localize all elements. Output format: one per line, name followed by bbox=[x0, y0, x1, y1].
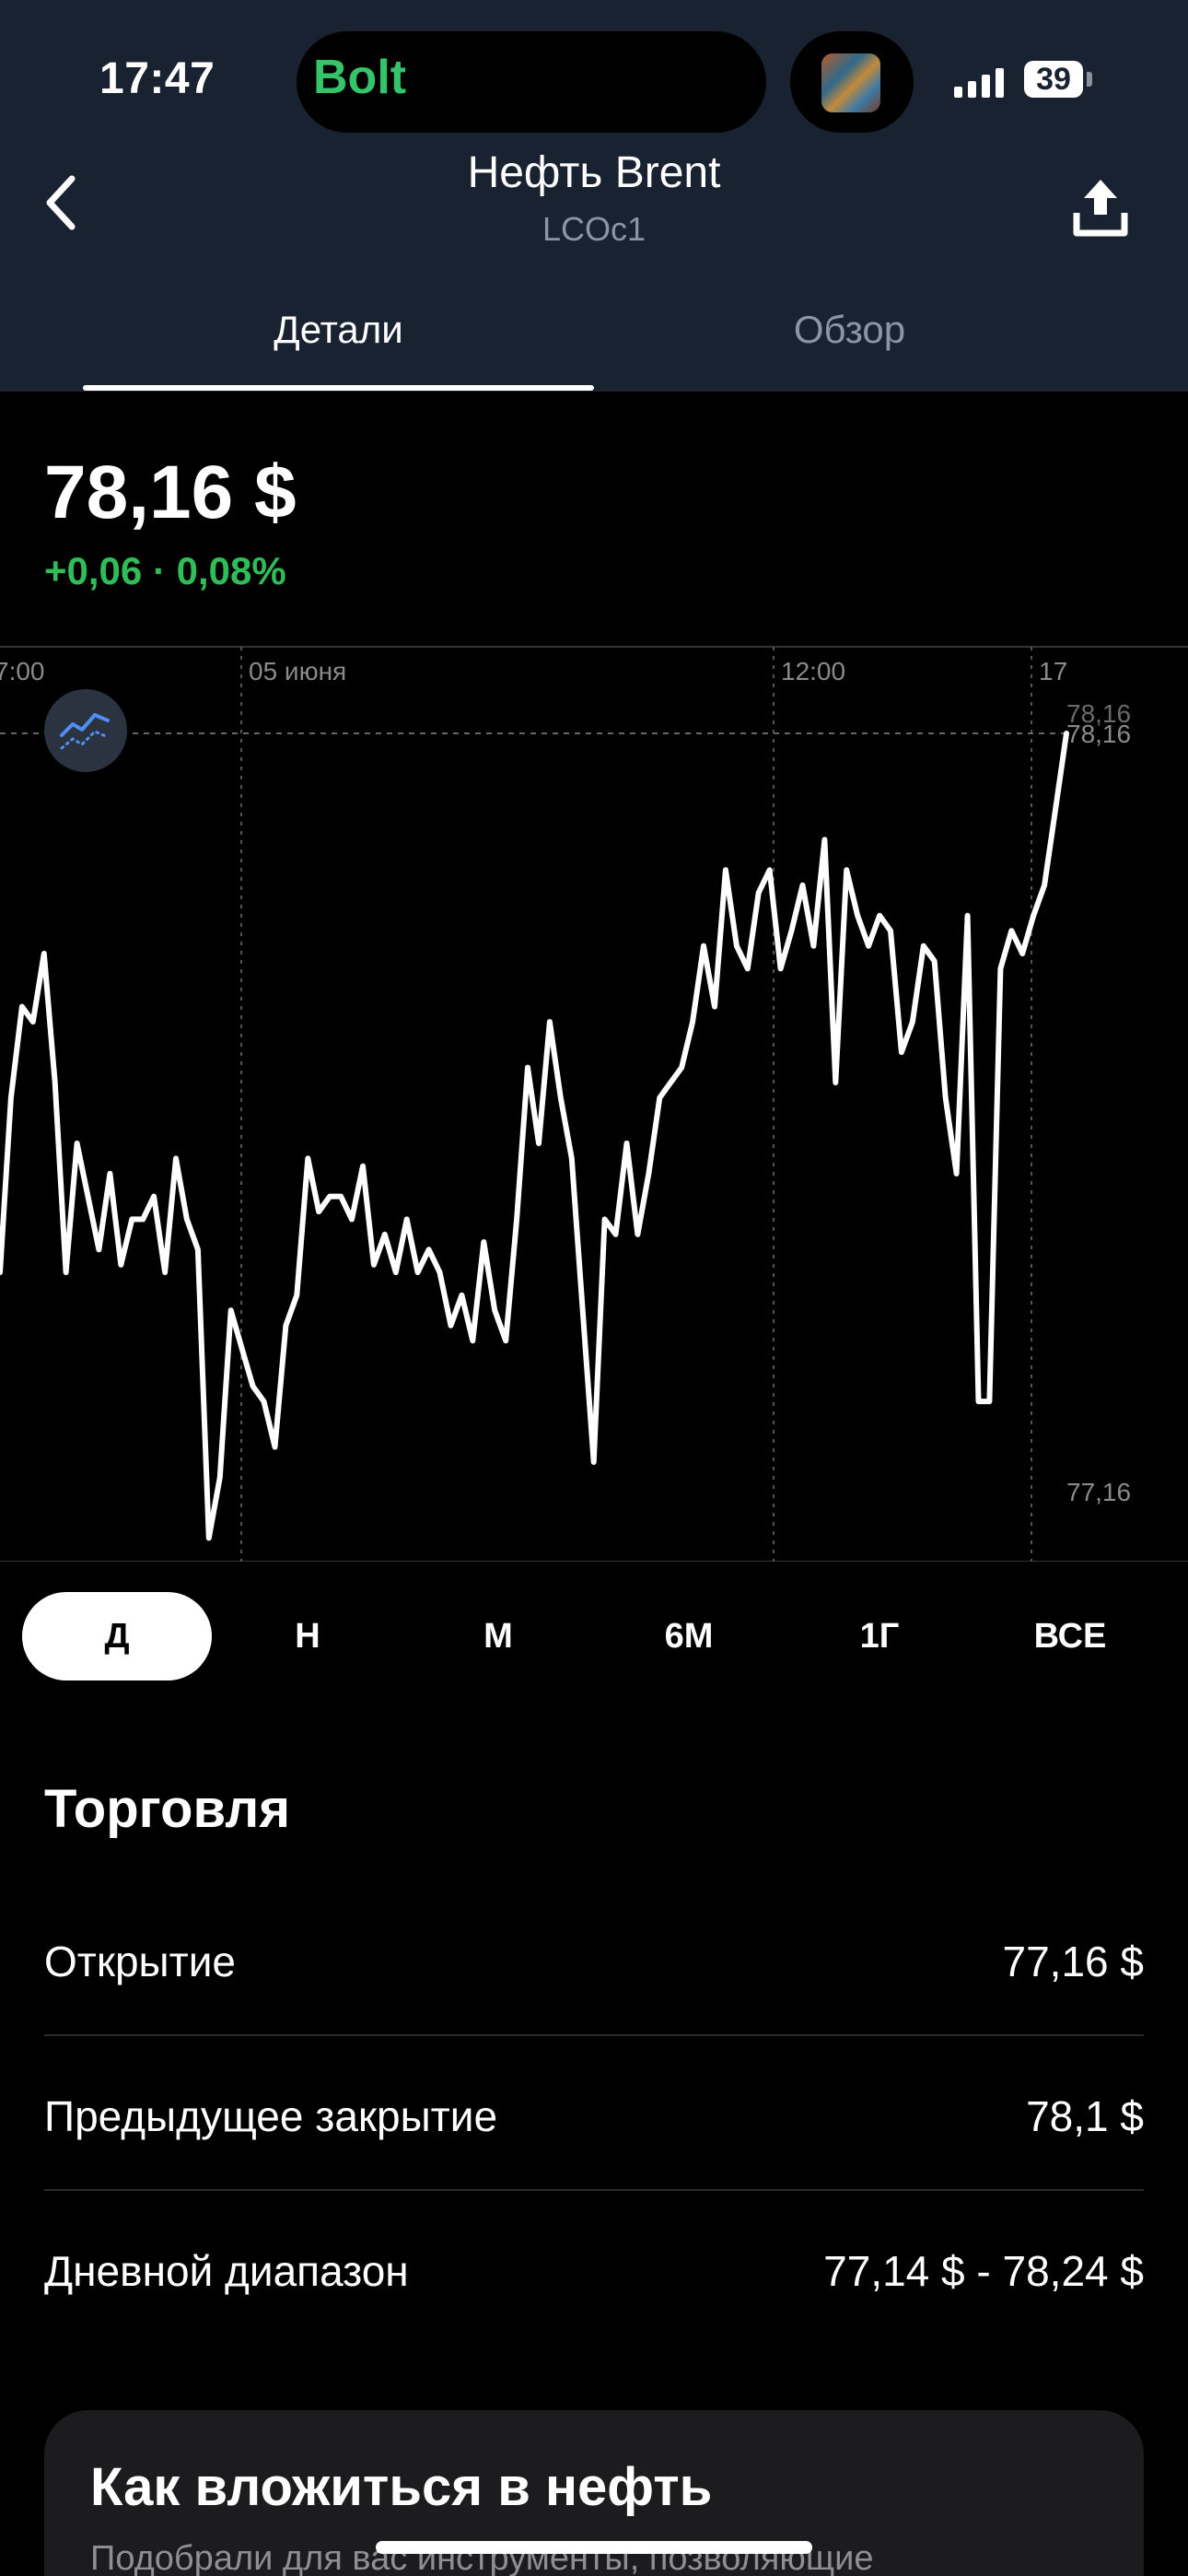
x-tick-label: 12:00 bbox=[781, 657, 845, 685]
status-time: 17:47 bbox=[99, 54, 215, 103]
row-value: 78,1 $ bbox=[1026, 2092, 1144, 2140]
share-upload-icon bbox=[1073, 180, 1128, 237]
period-selector: Д Н М 6М 1Г ВСЕ bbox=[22, 1592, 1166, 1680]
period-all[interactable]: ВСЕ bbox=[975, 1592, 1165, 1680]
active-tab-indicator bbox=[83, 385, 594, 391]
row-label: Открытие bbox=[44, 1938, 236, 1985]
row-value: 77,14 $ - 78,24 $ bbox=[823, 2247, 1144, 2295]
period-6m[interactable]: 6М bbox=[594, 1592, 784, 1680]
ticker-subtitle: LCOc1 bbox=[542, 210, 646, 248]
row-label: Дневной диапазон bbox=[44, 2247, 409, 2295]
indicator-button[interactable] bbox=[44, 689, 127, 772]
x-tick-label: 05 июня bbox=[249, 657, 346, 685]
period-day[interactable]: Д bbox=[22, 1592, 212, 1680]
cellular-signal-icon bbox=[954, 68, 1004, 98]
chart-indicator-icon bbox=[60, 713, 110, 750]
trading-section-title: Торговля bbox=[44, 1779, 291, 1839]
trading-row-prev-close: Предыдущее закрытие 78,1 $ bbox=[44, 2036, 1144, 2191]
trading-row-open: Открытие 77,16 $ bbox=[44, 1881, 1144, 2036]
row-value: 77,16 $ bbox=[1002, 1938, 1144, 1985]
trading-row-day-range: Дневной диапазон 77,14 $ - 78,24 $ bbox=[44, 2191, 1144, 2346]
price-chart[interactable]: 7:00 05 июня 12:00 17 78,16 78,16 77,16 bbox=[0, 645, 1188, 1562]
y-label-bottom: 77,16 bbox=[1066, 1478, 1131, 1506]
price-change: +0,06 · 0,08% bbox=[44, 549, 286, 592]
y-label-top: 78,16 bbox=[1066, 720, 1131, 748]
card-title: Как вложиться в нефть bbox=[90, 2457, 713, 2517]
period-month[interactable]: М bbox=[403, 1592, 593, 1680]
period-1y[interactable]: 1Г bbox=[785, 1592, 974, 1680]
bolt-logo: Bolt bbox=[313, 51, 407, 104]
price-series-line bbox=[0, 731, 1069, 1541]
page-title: Нефть Brent bbox=[467, 148, 721, 197]
row-label: Предыдущее закрытие bbox=[44, 2092, 498, 2140]
home-indicator[interactable] bbox=[376, 2541, 812, 2554]
x-tick-label: 17 bbox=[1039, 657, 1067, 685]
chart-svg[interactable]: 7:00 05 июня 12:00 17 78,16 78,16 77,16 bbox=[0, 645, 1188, 1562]
share-button[interactable] bbox=[1068, 170, 1133, 244]
battery-icon: 39 bbox=[1024, 61, 1083, 98]
tab-details[interactable]: Детали bbox=[83, 308, 594, 352]
media-thumbnail bbox=[821, 53, 880, 112]
top-bar: 17:47 Bolt 39 Нефть Brent LCOc1 Детали О… bbox=[0, 0, 1188, 392]
tab-overview[interactable]: Обзор bbox=[594, 308, 1105, 352]
x-tick-label: 7:00 bbox=[0, 657, 45, 685]
battery-tip bbox=[1087, 72, 1092, 87]
current-price: 78,16 $ bbox=[44, 451, 297, 534]
period-week[interactable]: Н bbox=[213, 1592, 402, 1680]
